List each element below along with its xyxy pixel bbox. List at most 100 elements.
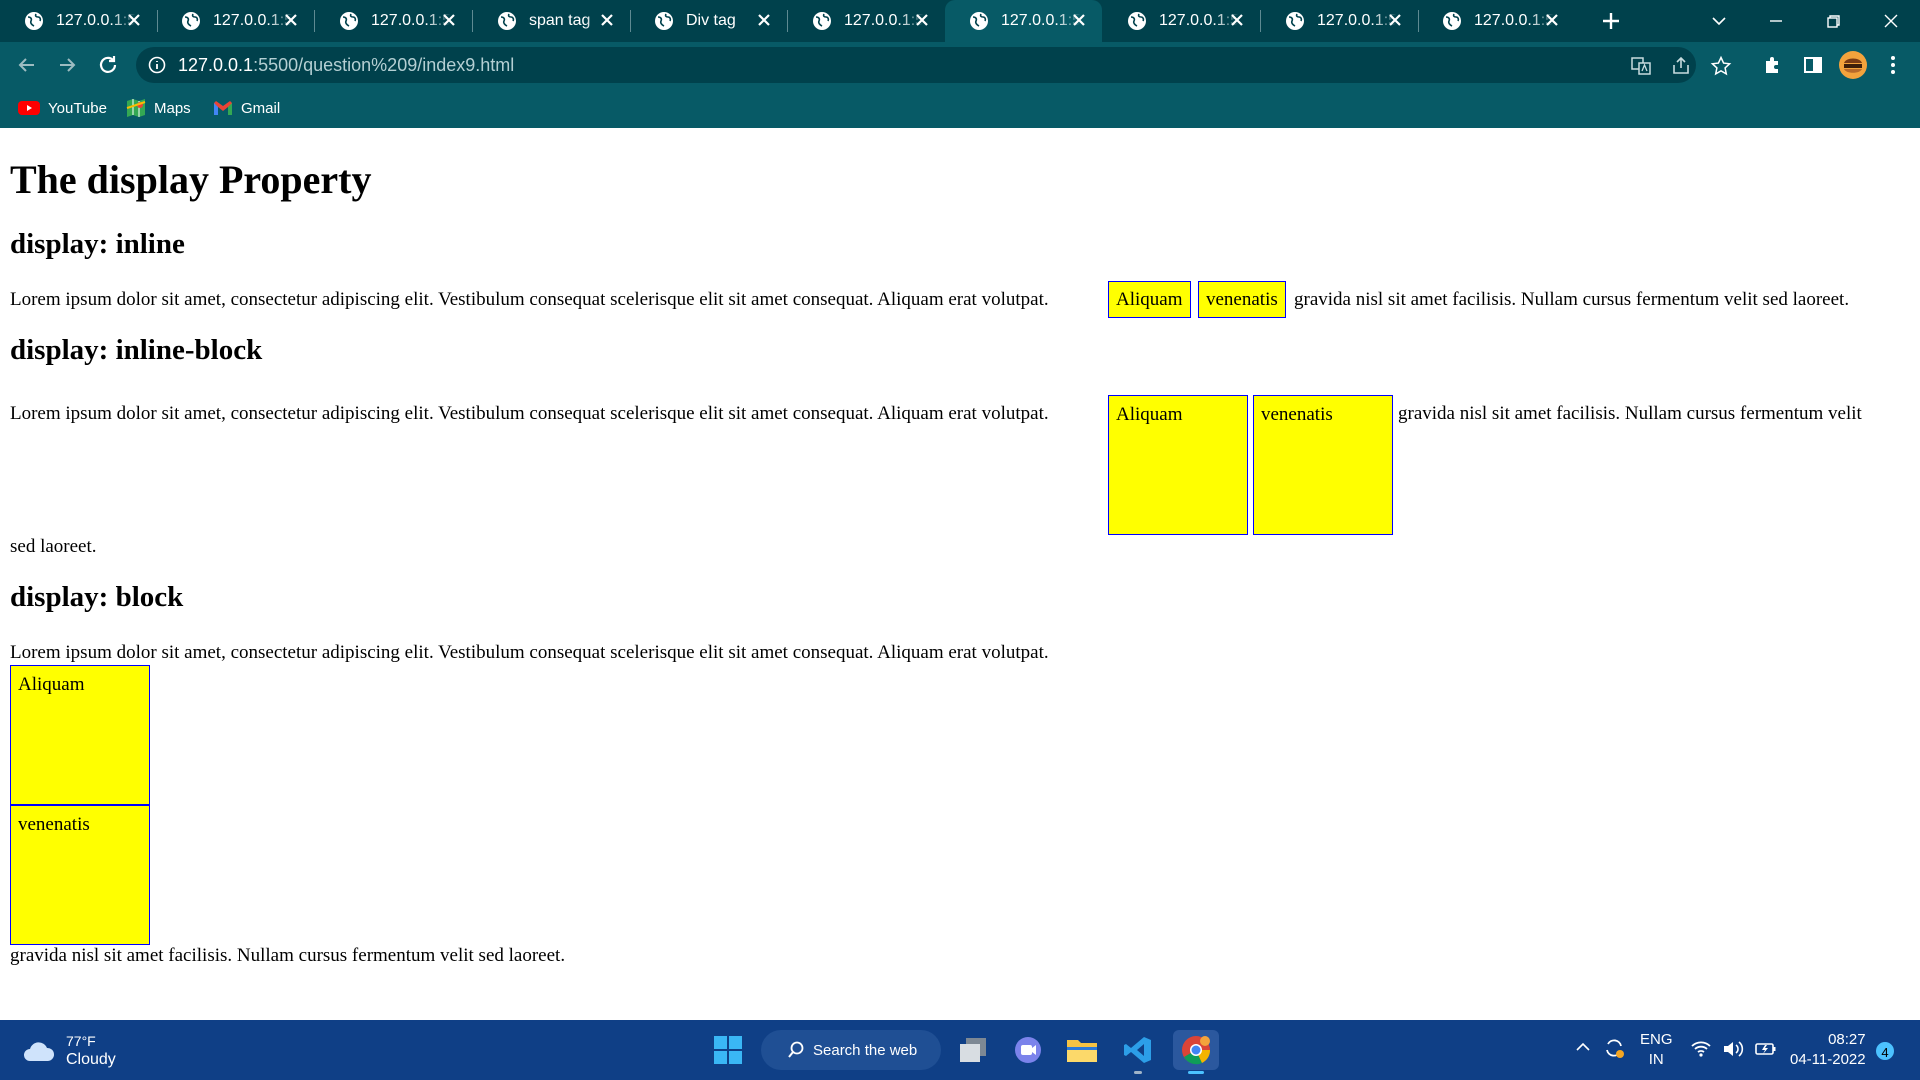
close-tab-icon[interactable]: [1070, 11, 1088, 29]
youtube-icon: [18, 101, 40, 115]
bookmark-star-icon[interactable]: [1710, 55, 1732, 77]
inline-box-aliquam: Aliquam: [1108, 281, 1191, 318]
cloud-icon: [24, 1042, 55, 1061]
close-tab-icon[interactable]: [755, 11, 773, 29]
url-text: 127.0.0.1:5500/question%209/index9.html: [178, 55, 515, 75]
restore-icon[interactable]: [1818, 6, 1848, 36]
tab-title: span tag: [529, 12, 591, 29]
teams-chat-button[interactable]: [1008, 1030, 1048, 1070]
tab-title: 127.0.0.1:5500: [56, 12, 136, 29]
taskbar: 77°F Cloudy Search the web ENG IN 08:27 …: [0, 1020, 1920, 1080]
file-explorer-button[interactable]: [1062, 1030, 1102, 1070]
bookmark-youtube[interactable]: YouTube: [18, 96, 107, 120]
address-bar[interactable]: 127.0.0.1:5500/question%209/index9.html: [136, 47, 1732, 83]
start-button[interactable]: [708, 1030, 748, 1070]
heading-block: display: block: [10, 581, 184, 613]
inline-block-text-before: Lorem ipsum dolor sit amet, consectetur …: [10, 403, 1049, 424]
browser-tab[interactable]: 127.0.0.1:5500: [0, 0, 157, 42]
vscode-icon: [1124, 1037, 1151, 1063]
battery-icon[interactable]: [1754, 1038, 1778, 1060]
task-view-button[interactable]: [953, 1030, 993, 1070]
bookmarks-bar: YouTube Maps Gmail: [0, 88, 1920, 128]
browser-tab[interactable]: 127.0.0.1:5500: [157, 0, 314, 42]
gmail-icon: [214, 101, 232, 115]
close-tab-icon[interactable]: [1543, 11, 1561, 29]
browser-tab[interactable]: 127.0.0.1:5500: [788, 0, 945, 42]
wifi-icon[interactable]: [1690, 1038, 1712, 1060]
close-tab-icon[interactable]: [598, 11, 616, 29]
chrome-button[interactable]: [1173, 1030, 1219, 1074]
heading-inline: display: inline: [10, 228, 185, 260]
heading-inline-block: display: inline-block: [10, 334, 263, 366]
site-info-icon[interactable]: [148, 56, 166, 74]
tab-search-icon[interactable]: [1704, 6, 1734, 36]
chat-icon: [1015, 1037, 1041, 1063]
language-indicator[interactable]: ENG IN: [1640, 1030, 1673, 1070]
close-tab-icon[interactable]: [282, 11, 300, 29]
inline-text-after: gravida nisl sit amet facilisis. Nullam …: [1294, 289, 1850, 310]
tab-title: 127.0.0.1:5500: [1159, 12, 1239, 29]
menu-kebab-icon[interactable]: [1880, 52, 1906, 78]
side-panel-icon[interactable]: [1800, 52, 1826, 78]
volume-icon[interactable]: [1722, 1038, 1746, 1060]
new-tab-icon[interactable]: [1598, 8, 1624, 34]
share-icon[interactable]: [1670, 55, 1692, 77]
show-hidden-icons-icon[interactable]: [1574, 1038, 1592, 1056]
bookmark-label: Maps: [154, 99, 191, 117]
close-tab-icon[interactable]: [125, 11, 143, 29]
globe-icon: [498, 12, 516, 30]
browser-tab[interactable]: 127.0.0.1:5500: [315, 0, 472, 42]
region-code: IN: [1648, 1051, 1664, 1068]
close-tab-icon[interactable]: [1228, 11, 1246, 29]
globe-icon: [813, 12, 831, 30]
vscode-button[interactable]: [1118, 1030, 1158, 1074]
reload-icon[interactable]: [95, 52, 121, 78]
browser-tab[interactable]: 127.0.0.1:5500: [1418, 0, 1575, 42]
browser-tab[interactable]: 127.0.0.1:5500: [1261, 0, 1418, 42]
browser-tab[interactable]: span tag: [473, 0, 630, 42]
chrome-icon: [1182, 1036, 1211, 1065]
taskbar-search[interactable]: Search the web: [761, 1030, 941, 1070]
globe-icon: [970, 12, 988, 30]
close-tab-icon[interactable]: [1386, 11, 1404, 29]
sync-icon[interactable]: [1602, 1036, 1626, 1060]
inline-text-before: Lorem ipsum dolor sit amet, consectetur …: [10, 289, 1049, 310]
weather-temp: 77°F: [66, 1033, 96, 1049]
translate-icon[interactable]: [1630, 55, 1652, 77]
close-tab-icon[interactable]: [440, 11, 458, 29]
windows-icon: [714, 1036, 742, 1064]
block-box-aliquam: Aliquam: [10, 665, 150, 805]
weather-widget[interactable]: 77°F Cloudy: [22, 1032, 116, 1070]
inline-block-box-aliquam: Aliquam: [1108, 395, 1248, 535]
tab-title: 127.0.0.1:5500: [1001, 12, 1081, 29]
search-label: Search the web: [813, 1041, 918, 1059]
maps-icon: [126, 99, 146, 117]
tab-title: Div tag: [686, 12, 736, 29]
close-tab-icon[interactable]: [913, 11, 931, 29]
block-text-before: Lorem ipsum dolor sit amet, consectetur …: [10, 642, 1049, 663]
profile-avatar-icon[interactable]: [1838, 50, 1868, 80]
bookmark-maps[interactable]: Maps: [126, 96, 191, 120]
forward-icon[interactable]: [54, 52, 80, 78]
minimize-icon[interactable]: [1761, 6, 1791, 36]
page-viewport: The display Property display: inline Lor…: [0, 128, 1920, 1020]
block-box-venenatis: venenatis: [10, 805, 150, 945]
bookmark-label: YouTube: [48, 99, 107, 117]
search-icon: [788, 1041, 804, 1058]
block-text-after: gravida nisl sit amet facilisis. Nullam …: [10, 945, 566, 966]
bookmark-gmail[interactable]: Gmail: [213, 96, 280, 120]
inline-block-text-after-2: sed laoreet.: [10, 536, 97, 557]
language-code: ENG: [1640, 1031, 1673, 1048]
clock[interactable]: 08:27 04-11-2022: [1790, 1030, 1866, 1070]
close-window-icon[interactable]: [1876, 6, 1906, 36]
extensions-icon[interactable]: [1760, 52, 1786, 78]
browser-toolbar: 127.0.0.1:5500/question%209/index9.html: [0, 42, 1920, 88]
notification-badge[interactable]: 4: [1874, 1040, 1896, 1062]
folder-icon: [1067, 1040, 1097, 1062]
browser-tab[interactable]: 127.0.0.1:5500: [1103, 0, 1260, 42]
tab-title: 127.0.0.1:5500: [1474, 12, 1554, 29]
back-icon[interactable]: [14, 52, 40, 78]
browser-tab[interactable]: 127.0.0.1:5500: [945, 0, 1102, 42]
inline-block-box-venenatis: venenatis: [1253, 395, 1393, 535]
browser-tab[interactable]: Div tag: [630, 0, 787, 42]
